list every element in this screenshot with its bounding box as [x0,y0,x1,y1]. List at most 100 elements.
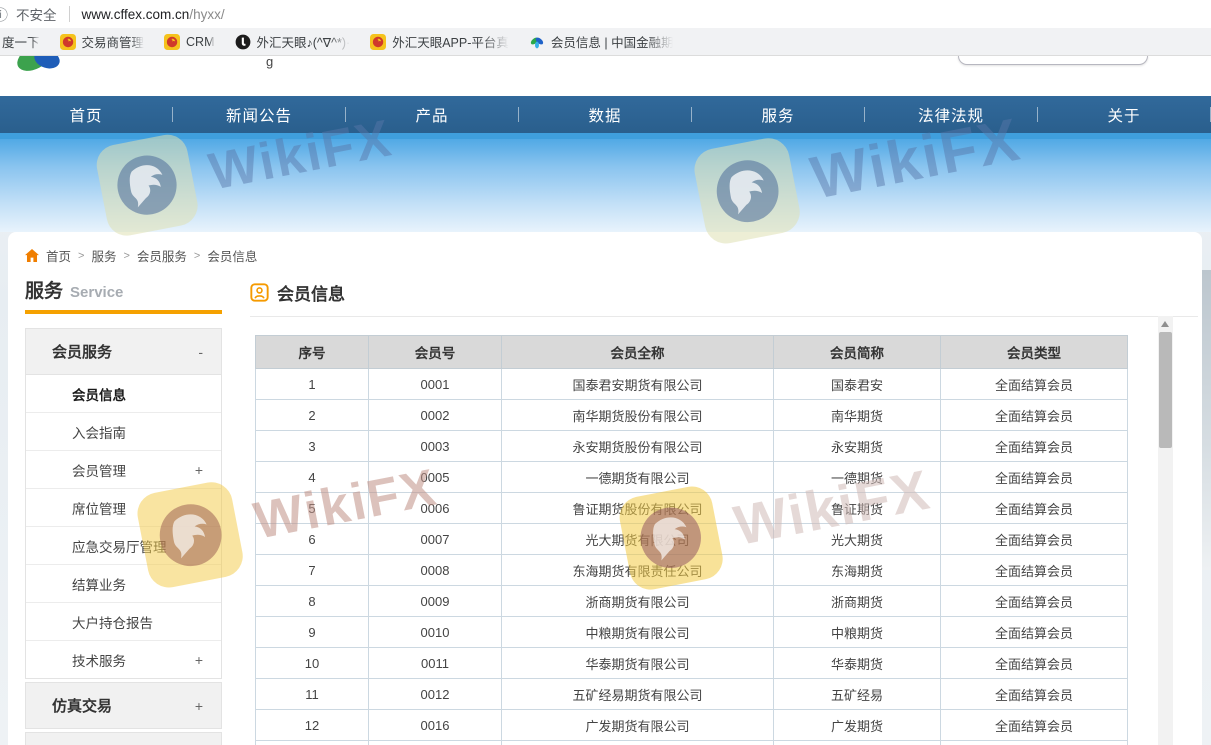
nav-item-3[interactable]: 产品 [346,104,518,126]
nav-item-4[interactable]: 数据 [519,104,691,126]
table-cell: 11 [256,679,369,710]
address-bar[interactable]: ⓘ 不安全 www.cffex.com.cn /hyxx/ [0,0,1211,29]
sidebar-item-label: 应急交易厅管理 [72,536,167,556]
table-row: 120016广发期货有限公司广发期货全面结算会员 [256,710,1128,741]
sidebar-title: 服务 Service [25,276,123,303]
sidebar-item[interactable]: 入会指南 [26,413,221,451]
table-cell: 10 [256,648,369,679]
nav-item-6[interactable]: 法律法规 [865,104,1037,126]
sidebar-item[interactable]: 会员信息 [26,375,221,413]
bookmark-item-6[interactable]: 会员信息 | 中国金融期 [529,32,673,51]
bookmark-label: 外汇天眼♪(^∇^*)· [257,32,351,51]
sidebar-item[interactable]: 大户持仓报告 [26,603,221,641]
breadcrumb-item-3[interactable]: 会员服务 [137,246,187,265]
nav-item-1[interactable]: 首页 [0,104,172,126]
bookmark-item-2[interactable]: 交易商管理 [60,32,145,51]
table-cell: 5 [256,493,369,524]
bookmark-label: 度一下 [2,32,40,51]
table-cell: 中粮期货有限公司 [502,617,774,648]
title-divider [250,316,1198,317]
breadcrumb-item-1[interactable]: 首页 [46,246,71,265]
table-cell: 浙商期货 [774,586,941,617]
sidebar-item-label: 席位管理 [72,498,126,518]
sidebar-group-2: 仿真交易+ [25,682,222,729]
breadcrumb-separator: > [78,250,84,262]
site-info-icon[interactable]: ⓘ [0,4,8,25]
sidebar-item[interactable]: 技术服务 + [26,641,221,678]
page-title-text: 会员信息 [277,280,345,305]
sidebar-item-label: 大户持仓报告 [72,612,153,632]
breadcrumb: 首页>服务>会员服务>会员信息 [25,246,257,265]
bookmark-label: 外汇天眼APP-平台真 [392,32,509,51]
sidebar-item-label: 结算业务 [72,574,126,594]
sidebar-item-label: 技术服务 [72,650,126,670]
scroll-up-icon[interactable] [1161,321,1169,327]
table-cell: 中粮期货 [774,617,941,648]
table-cell: 国泰君安 [774,369,941,400]
table-cell: 13 [256,741,369,745]
scrollbar-thumb[interactable] [1159,332,1172,448]
table-cell: 0007 [369,524,502,555]
table-row: 70008东海期货有限责任公司东海期货全面结算会员 [256,555,1128,586]
bookmark-item-5[interactable]: 外汇天眼APP-平台真 [370,32,509,51]
nav-item-2[interactable]: 新闻公告 [173,104,345,126]
table-cell: 光大期货 [774,524,941,555]
members-table: 序号会员号会员全称会员简称会员类型10001国泰君安期货有限公司国泰君安全面结算… [255,335,1128,745]
table-row: 100011华泰期货有限公司华泰期货全面结算会员 [256,648,1128,679]
sidebar-item[interactable]: 应急交易厅管理 [26,527,221,565]
table-cell: 南华期货股份有限公司 [502,400,774,431]
bookmark-item-1[interactable]: 度一下 [2,32,40,51]
sidebar-group-header[interactable]: 投资者服务+ [26,733,221,745]
browser-window: ⓘ 不安全 www.cffex.com.cn /hyxx/ 度一下 交易商管理 CR… [0,0,1211,745]
logo-text-remnant: g [266,56,273,69]
table-cell: 广发期货有限公司 [502,710,774,741]
table-cell: 0011 [369,648,502,679]
table-cell: 全面结算会员 [941,431,1128,462]
sidebar-item[interactable]: 席位管理 [26,489,221,527]
background-city-strip [1202,270,1211,570]
security-label: 不安全 [16,4,57,24]
table-cell: 3 [256,431,369,462]
nav-item-5[interactable]: 服务 [692,104,864,126]
table-cell: 全面结算会员 [941,710,1128,741]
sidebar-item[interactable]: 结算业务 [26,565,221,603]
table-header-cell: 会员号 [369,336,502,369]
table-cell: 全面结算会员 [941,741,1128,745]
table-cell: 0010 [369,617,502,648]
table-cell: 东海期货 [774,555,941,586]
nav-item-7[interactable]: 关于 [1038,104,1210,126]
table-cell: 2 [256,400,369,431]
member-badge-icon [250,283,269,302]
sidebar-group-3: 投资者服务+ [25,732,222,745]
table-cell: 8 [256,586,369,617]
expand-icon: + [195,652,203,668]
table-cell: 0001 [369,369,502,400]
url-host: www.cffex.com.cn [82,7,190,22]
table-cell: 9 [256,617,369,648]
table-row: 90010中粮期货有限公司中粮期货全面结算会员 [256,617,1128,648]
table-cell: 4 [256,462,369,493]
site-header: g [0,56,1211,96]
sidebar-item[interactable]: 会员管理+ [26,451,221,489]
cffex-icon [529,34,545,50]
site-search-input[interactable] [958,56,1148,65]
bookmark-item-3[interactable]: CRM [164,34,214,50]
sidebar-group-header[interactable]: 会员服务- [26,329,221,375]
table-cell: 南华期货 [774,400,941,431]
breadcrumb-item-4[interactable]: 会员信息 [207,246,257,265]
breadcrumb-item-2[interactable]: 服务 [91,246,116,265]
table-scrollbar[interactable] [1158,316,1173,745]
sidebar-group-header[interactable]: 仿真交易+ [26,683,221,728]
table-cell: 浙商期货有限公司 [502,586,774,617]
breadcrumb-separator: > [123,250,129,262]
table-cell: 鲁证期货 [774,493,941,524]
table-cell: 1 [256,369,369,400]
table-cell: 全面结算会员 [941,617,1128,648]
content-panel: 首页>服务>会员服务>会员信息 服务 Service 会员服务-会员信息入会指南… [8,232,1202,745]
table-cell: 0016 [369,710,502,741]
members-table-wrap: 序号会员号会员全称会员简称会员类型10001国泰君安期货有限公司国泰君安全面结算… [255,335,1127,745]
home-icon[interactable] [25,249,39,262]
table-cell: 全面结算会员 [941,493,1128,524]
table-cell: 华泰期货有限公司 [502,648,774,679]
bookmark-item-4[interactable]: 外汇天眼♪(^∇^*)· [235,32,351,51]
